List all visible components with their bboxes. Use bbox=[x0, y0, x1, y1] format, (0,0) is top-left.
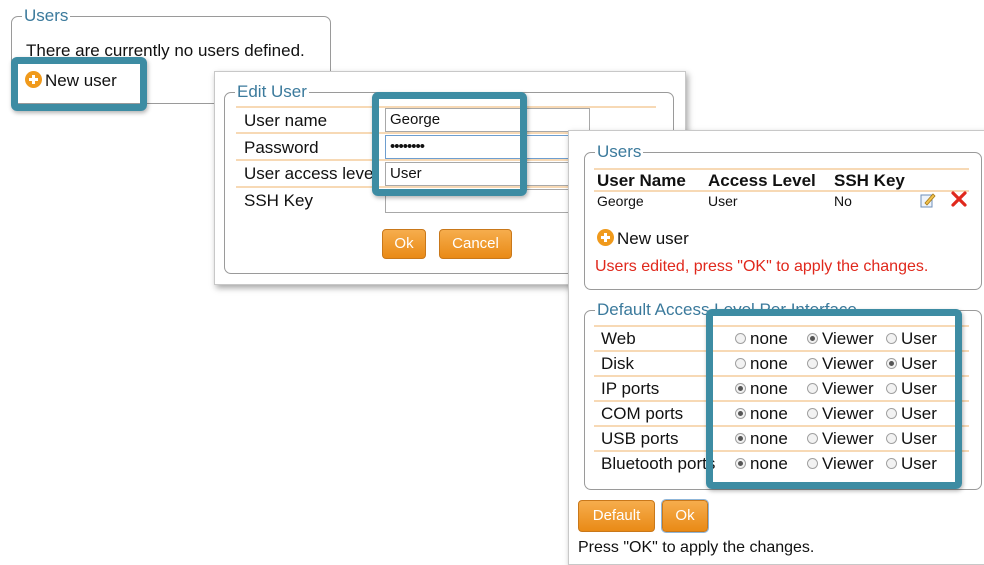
users-legend: Users bbox=[24, 6, 69, 25]
stripe bbox=[594, 168, 969, 170]
interface-label: COM ports bbox=[601, 404, 684, 423]
label-password: Password bbox=[244, 138, 319, 157]
edit-user-legend: Edit User bbox=[237, 82, 307, 101]
ok-apply-button[interactable]: Ok bbox=[661, 499, 709, 533]
interface-label: Disk bbox=[601, 354, 635, 373]
row-ssh-key: No bbox=[834, 193, 852, 209]
row-user-name: George bbox=[597, 193, 644, 209]
apply-note: Press "OK" to apply the changes. bbox=[578, 539, 815, 556]
label-ssh-key: SSH Key bbox=[244, 191, 313, 210]
highlight-edit-fields bbox=[372, 92, 527, 196]
highlight-new-user bbox=[11, 57, 147, 111]
users-list-legend: Users bbox=[597, 142, 642, 161]
ok-button[interactable]: Ok bbox=[382, 229, 426, 259]
row-access-level: User bbox=[708, 193, 738, 209]
interface-label: USB ports bbox=[601, 429, 679, 448]
label-access-level: User access level bbox=[244, 164, 378, 183]
interface-label: IP ports bbox=[601, 379, 660, 398]
new-user-button-2[interactable]: New user bbox=[597, 229, 689, 249]
default-button[interactable]: Default bbox=[578, 500, 655, 532]
users-edited-warning: Users edited, press "OK" to apply the ch… bbox=[595, 258, 929, 275]
header-access-level: Access Level bbox=[708, 171, 816, 190]
highlight-access-options bbox=[706, 309, 962, 489]
interface-label: Web bbox=[601, 329, 636, 348]
new-user-label-2: New user bbox=[617, 229, 689, 248]
interface-label: Bluetooth ports bbox=[601, 454, 716, 473]
plus-icon bbox=[597, 229, 614, 246]
label-user-name: User name bbox=[244, 111, 328, 130]
header-user-name: User Name bbox=[597, 171, 686, 190]
cancel-button[interactable]: Cancel bbox=[439, 229, 512, 259]
header-ssh-key: SSH Key bbox=[834, 171, 905, 190]
edit-icon[interactable] bbox=[920, 192, 936, 208]
delete-icon[interactable] bbox=[950, 190, 968, 208]
